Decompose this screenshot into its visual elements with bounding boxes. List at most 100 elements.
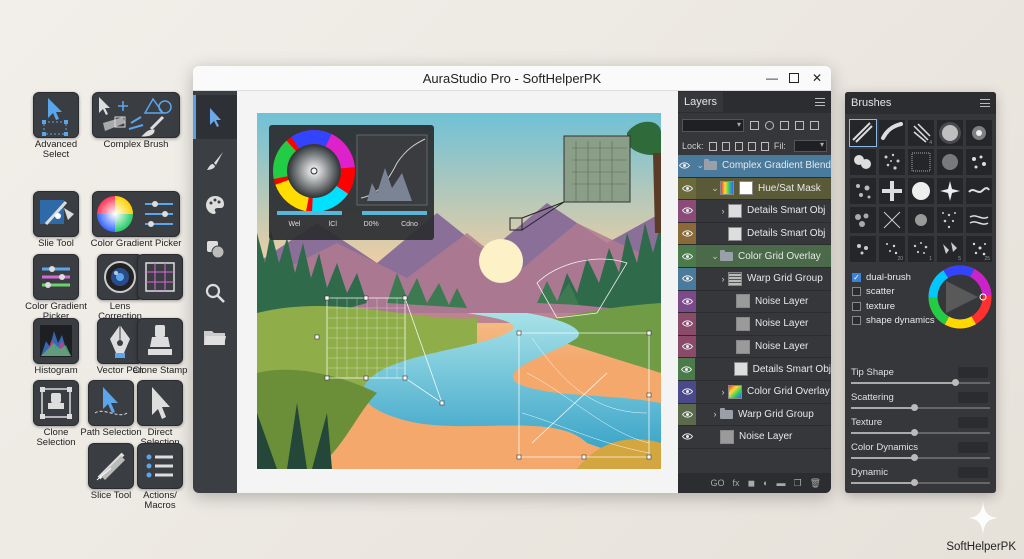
slider-track[interactable] [851,404,990,411]
eye-icon[interactable] [678,335,696,358]
brush-slider[interactable]: Texture [851,417,990,436]
slider-value-box[interactable] [958,467,988,478]
brush-preset[interactable] [908,207,934,233]
tool-color-gradient-picker-b[interactable]: Color Gradient Picker [24,254,88,322]
slider-track[interactable] [851,454,990,461]
layer-row[interactable]: Details Smart Obj [678,358,831,381]
layer-row[interactable]: › Warp Grid Group [678,267,831,291]
mask-icon[interactable]: ◼ [748,478,755,489]
slider-value-box[interactable] [958,367,988,378]
landscape-artwork[interactable]: Wel lCl D0% Cdno [257,113,661,469]
brush-preset[interactable]: 20 [879,236,905,262]
fx-icon[interactable]: fx [733,478,740,488]
eye-icon[interactable] [678,200,696,222]
brush-slider[interactable]: Scattering [851,392,990,411]
sidebar-palette-button[interactable] [193,183,237,227]
tool-color-gradient-picker[interactable]: Color Gradient Picker [88,191,184,249]
layer-row[interactable]: Noise Layer [678,335,831,359]
layer-row[interactable]: Details Smart Obj [678,222,831,246]
checkbox-icon[interactable] [852,316,861,326]
slider-value-box[interactable] [958,417,988,428]
brush-preset[interactable] [966,120,992,146]
brush-preset[interactable] [908,178,934,204]
brush-preset[interactable] [879,149,905,175]
eye-icon[interactable] [678,426,696,448]
layers-tab[interactable]: Layers [678,92,724,112]
sidebar-shapes-button[interactable] [193,227,237,271]
brush-preset[interactable] [849,119,877,147]
brushes-menu-icon[interactable] [980,99,990,107]
panel-menu-icon[interactable] [815,98,825,106]
checkbox-checked-icon[interactable]: ✓ [852,272,861,282]
tool-clone-stamp[interactable]: Clone Stamp [128,318,192,376]
filter-image-icon[interactable] [750,120,759,130]
eye-icon[interactable] [678,267,696,290]
filter-type-icon[interactable] [780,120,789,130]
slider-knob[interactable] [910,479,918,486]
slider-value-box[interactable] [958,392,988,403]
tool-advanced-select[interactable]: Advanced Select [24,92,88,160]
tool-actions-macros[interactable]: Actions/ Macros [128,443,192,511]
brush-preset[interactable]: 5 [937,236,963,262]
brush-preset[interactable] [966,149,992,175]
brush-preset[interactable] [879,120,905,146]
tool-direct-selection[interactable]: Direct Selection [128,380,192,448]
brush-preset[interactable] [850,207,876,233]
filter-shape-icon[interactable] [795,120,804,130]
eye-icon[interactable] [678,403,696,426]
blend-mode-dropdown[interactable] [682,118,744,132]
chevron-right-icon[interactable]: › [718,274,728,284]
brush-preset[interactable] [937,207,963,233]
tool-complex-brush[interactable]: Complex Brush [88,92,184,150]
chevron-down-icon[interactable]: ⌄ [710,183,720,194]
lock-move-icon[interactable] [734,141,743,151]
brush-preset[interactable] [908,149,934,175]
sidebar-folder-button[interactable] [193,315,237,359]
brush-option[interactable]: ✓ dual-brush [852,270,935,285]
brush-option[interactable]: shape dynamics [852,314,935,329]
sidebar-brush-button[interactable] [193,139,237,183]
tool-histogram[interactable]: Histogram [24,318,88,376]
slider-value-box[interactable] [958,442,988,453]
brush-option[interactable]: scatter [852,285,935,300]
filter-smart-icon[interactable] [810,120,819,130]
layer-row[interactable]: ⌄ Complex Gradient Blend [678,155,831,178]
slider-track[interactable] [851,379,990,386]
slider-track[interactable] [851,429,990,436]
layer-row[interactable]: Noise Layer [678,290,831,314]
eye-icon[interactable] [678,155,692,177]
hue-wheel-icon[interactable] [928,265,992,329]
brush-preset[interactable] [879,178,905,204]
brush-slider[interactable]: Tip Shape [851,367,990,386]
sidebar-zoom-button[interactable] [193,271,237,315]
brush-preset[interactable] [850,149,876,175]
slider-knob[interactable] [910,429,918,436]
lock-pixels-icon[interactable] [708,141,717,151]
brush-preset[interactable]: 1 [908,236,934,262]
eye-icon[interactable] [678,245,696,267]
brush-preset[interactable] [966,178,992,204]
slider-track[interactable] [851,479,990,486]
trash-icon[interactable]: 🗑 [810,478,821,489]
brush-preset[interactable] [850,178,876,204]
brush-preset[interactable] [879,207,905,233]
brush-preset[interactable] [850,236,876,262]
brush-preset[interactable] [937,120,963,146]
sidebar-select-button[interactable] [193,95,237,139]
slider-knob[interactable] [910,454,918,461]
lock-artboard-icon[interactable] [747,141,756,151]
chevron-right-icon[interactable]: › [718,206,728,216]
tool-grid[interactable] [128,254,192,302]
layer-row[interactable]: ⌄ Hue/Sat Mask [678,177,831,201]
checkbox-icon[interactable] [852,287,861,297]
slider-knob[interactable] [910,404,918,411]
eye-icon[interactable] [678,358,696,380]
maximize-button[interactable] [786,70,802,86]
checkbox-icon[interactable] [852,301,861,311]
eye-icon[interactable] [678,380,696,403]
eye-icon[interactable] [678,222,696,245]
new-layer-icon[interactable]: ❐ [793,478,801,489]
brush-slider[interactable]: Dynamic [851,467,990,486]
brush-preset[interactable] [966,207,992,233]
chevron-down-icon[interactable]: ⌄ [710,251,720,262]
